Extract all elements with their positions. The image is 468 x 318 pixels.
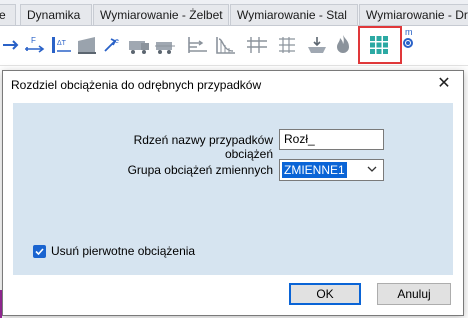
remove-original-checkbox[interactable] <box>33 245 46 258</box>
tab-wymiarowanie-drewno[interactable]: Wymiarowanie - Dr <box>359 4 468 25</box>
remove-original-label: Usuń pierwotne obciążenia <box>51 244 196 258</box>
snow-load-icon[interactable] <box>152 32 178 58</box>
close-icon[interactable]: ✕ <box>433 74 455 94</box>
dialog-title: Rozdziel obciążenia do odrębnych przypad… <box>11 78 262 92</box>
force-f-icon[interactable]: F <box>22 32 48 58</box>
group-select[interactable]: ZMIENNE1 <box>279 159 384 181</box>
load-diagram-icon[interactable] <box>212 32 238 58</box>
tab-wymiarowanie-zelbet[interactable]: Wymiarowanie - Żelbet <box>93 4 229 25</box>
thermal-load-icon[interactable]: ΔT <box>48 32 74 58</box>
m-option-radio[interactable] <box>403 38 413 48</box>
checkmark-icon <box>35 248 44 256</box>
m-option-label: m <box>405 27 413 37</box>
tab-wymiarowanie-stal[interactable]: Wymiarowanie - Stal <box>230 4 358 25</box>
vehicle-icon[interactable] <box>126 32 152 58</box>
wind-load-icon[interactable] <box>184 32 210 58</box>
beam-load-icon[interactable] <box>74 32 100 58</box>
group-label: Grupa obciążeń zmiennych <box>127 163 273 177</box>
ok-button[interactable]: OK <box>289 283 361 305</box>
frame-load-icon[interactable] <box>244 32 270 58</box>
svg-text:e: e <box>115 38 119 45</box>
split-loads-dialog: Rozdziel obciążenia do odrębnych przypad… <box>2 70 464 316</box>
settlement-icon[interactable] <box>304 32 330 58</box>
group-select-value: ZMIENNE1 <box>282 162 347 178</box>
tab-dynamika[interactable]: Dynamika <box>20 4 92 25</box>
cancel-button[interactable]: Anuluj <box>377 283 451 305</box>
ribbon-tabbar: e Dynamika Wymiarowanie - Żelbet Wymiaro… <box>0 0 468 26</box>
tab-partial[interactable]: e <box>0 4 16 25</box>
case-name-label: Rdzeń nazwy przypadków obciążeń <box>133 133 273 161</box>
moving-load-icon[interactable]: e <box>100 32 126 58</box>
fire-icon[interactable] <box>330 32 356 58</box>
svg-text:ΔT: ΔT <box>57 40 67 47</box>
grid-load-icon[interactable] <box>274 32 300 58</box>
split-cases-highlight <box>358 26 402 64</box>
case-name-input[interactable]: Rozł_ <box>279 129 384 150</box>
svg-text:F: F <box>31 36 36 45</box>
chevron-down-icon <box>367 166 377 172</box>
